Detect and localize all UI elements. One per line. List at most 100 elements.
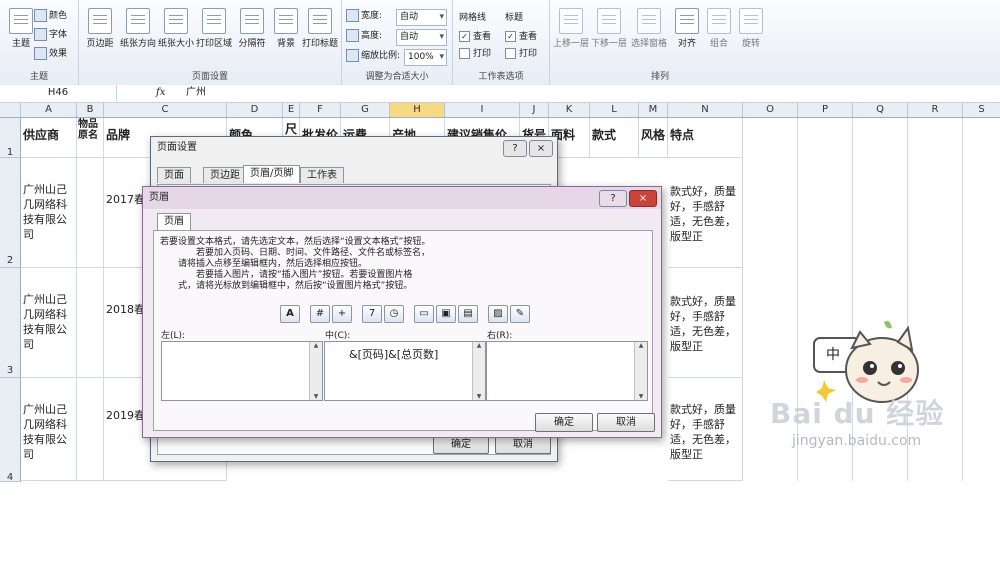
column-header[interactable]: K [549,103,590,117]
insert-picture-icon[interactable]: ▨ [488,305,508,323]
print-area-button[interactable]: 打印区域 [195,8,233,49]
header-help-button[interactable]: ? [599,190,627,207]
column-header[interactable]: A [21,103,77,117]
cell-header-supplier[interactable]: 供应商 [21,118,77,158]
right-scrollbar[interactable] [634,342,647,400]
send-backward-button[interactable]: 下移一层 [590,8,628,49]
row-header[interactable]: 2 [0,158,21,268]
column-header[interactable]: S [963,103,1000,117]
tab-page[interactable]: 页面 [157,167,191,183]
insert-file-name-icon[interactable]: ▣ [436,305,456,323]
cell-empty[interactable] [77,378,104,481]
headings-label: 标题 [505,13,524,23]
column-header[interactable]: C [104,103,227,117]
colors-icon [34,9,47,22]
rotate-button[interactable]: 旋转 [732,8,770,49]
column-header[interactable]: I [445,103,520,117]
insert-function-icon[interactable]: fx [156,85,165,101]
gridlines-print-checkbox[interactable]: 打印 [459,46,491,62]
cell-header-item-name[interactable]: 物品原名 [77,118,104,158]
cell-header-fashion[interactable]: 风格 [639,118,668,158]
height-dropdown[interactable]: 自动 [396,29,447,46]
left-section-input[interactable] [161,341,323,401]
column-header-selected[interactable]: H [390,103,445,117]
insert-page-count-icon[interactable]: + [332,305,352,323]
insert-sheet-name-icon[interactable]: ▤ [458,305,478,323]
align-icon [675,8,699,34]
paper-size-button[interactable]: 纸张大小 [157,8,195,49]
center-section-input[interactable]: &[页码]&[总页数] [324,341,486,401]
center-scrollbar[interactable] [472,342,485,400]
theme-effects-button[interactable]: 效果 [34,46,67,62]
print-titles-button[interactable]: 打印标题 [301,8,339,49]
column-header[interactable]: J [520,103,549,117]
tab-margins[interactable]: 页边距 [203,167,247,183]
width-dropdown[interactable]: 自动 [396,9,447,26]
column-header[interactable]: M [639,103,668,117]
tab-header[interactable]: 页眉 [157,213,191,231]
right-section-input[interactable] [486,341,648,401]
cell-empty[interactable] [77,268,104,378]
theme-group-label: 主题 [29,72,48,82]
cell-feature[interactable]: 款式好，质量好，手感舒适，无色差，版型正 [668,378,743,481]
cell-feature[interactable]: 款式好，质量好，手感舒适，无色差，版型正 [668,268,743,378]
column-header[interactable]: D [227,103,283,117]
headings-view-checkbox[interactable]: ✓ 查看 [505,29,537,45]
row-header[interactable]: 1 [0,118,21,158]
cell-header-style[interactable]: 款式 [590,118,639,158]
tab-header-footer[interactable]: 页眉/页脚 [243,165,301,183]
row-header[interactable]: 4 [0,378,21,483]
height-label: 高度: [346,28,382,44]
left-scrollbar[interactable] [309,342,322,400]
column-header[interactable]: G [341,103,390,117]
breaks-button[interactable]: 分隔符 [233,8,271,49]
column-header[interactable]: L [590,103,639,117]
header-dialog: 页眉 ? × 页眉 若要设置文本格式，请先选定文本，然后选择“设置文本格式”按钮… [142,186,662,438]
column-header[interactable]: P [798,103,853,117]
insert-file-path-icon[interactable]: ▭ [414,305,434,323]
column-header[interactable]: F [300,103,341,117]
cell-empty[interactable] [77,158,104,268]
insert-time-icon[interactable]: ◷ [384,305,404,323]
insert-date-icon[interactable]: 7 [362,305,382,323]
tab-sheet[interactable]: 工作表 [300,167,344,183]
arrange-group-label: 排列 [650,72,669,82]
column-header[interactable]: O [743,103,798,117]
cell-header-feature[interactable]: 特点 [668,118,743,158]
format-text-icon[interactable]: A [280,305,300,323]
cell-feature[interactable]: 款式好，质量好，手感舒适，无色差，版型正 [668,158,743,268]
cell-supplier[interactable]: 广州山己几网络科技有限公司 [21,158,77,268]
headings-print-checkbox[interactable]: 打印 [505,46,537,62]
select-all-corner[interactable] [0,103,21,117]
selection-pane-button[interactable]: 选择窗格 [630,8,668,49]
page-setup-group: 页边距 纸张方向 纸张大小 打印区域 分隔符 背景 打印标题 页面设置 [79,0,342,85]
header-cancel-button[interactable]: 取消 [597,413,655,432]
column-header[interactable]: R [908,103,963,117]
insert-page-number-icon[interactable]: # [310,305,330,323]
column-header[interactable]: B [77,103,104,117]
row-header[interactable]: 3 [0,268,21,378]
column-header[interactable]: N [668,103,743,117]
page-setup-help-button[interactable]: ? [503,140,527,157]
formula-input[interactable]: 广州 [186,85,206,101]
bring-forward-button[interactable]: 上移一层 [552,8,590,49]
cell-supplier[interactable]: 广州山己几网络科技有限公司 [21,268,77,378]
cell-supplier[interactable]: 广州山己几网络科技有限公司 [21,378,77,481]
header-close-button[interactable]: × [629,190,657,207]
column-header[interactable]: E [283,103,300,117]
theme-fonts-button[interactable]: 字体 [34,27,67,43]
page-setup-close-button[interactable]: × [529,140,553,157]
theme-colors-button[interactable]: 颜色 [34,8,67,24]
margins-button[interactable]: 页边距 [81,8,119,49]
breaks-icon [240,8,264,34]
print-titles-icon [308,8,332,34]
background-button[interactable]: 背景 [267,8,305,49]
paper-size-icon [164,8,188,34]
gridlines-view-checkbox[interactable]: ✓ 查看 [459,29,491,45]
orientation-button[interactable]: 纸张方向 [119,8,157,49]
format-picture-icon[interactable]: ✎ [510,305,530,323]
name-box[interactable]: H46 [0,85,117,101]
zoom-spinner[interactable]: 100% [404,49,447,66]
header-ok-button[interactable]: 确定 [535,413,593,432]
column-header[interactable]: Q [853,103,908,117]
